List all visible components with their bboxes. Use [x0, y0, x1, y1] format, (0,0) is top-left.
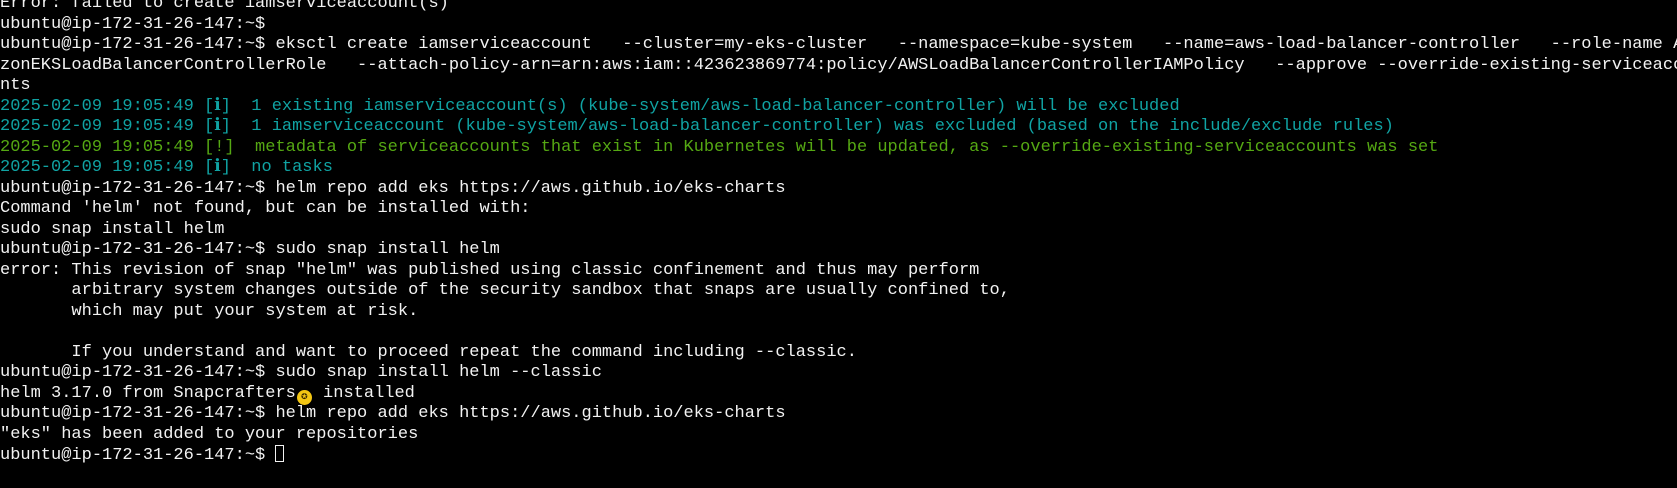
prompt: ubuntu@ip-172-31-26-147:~$ — [0, 446, 276, 465]
output-line: ubuntu@ip-172-31-26-147:~$ sudo snap ins… — [0, 240, 500, 259]
output-line: which may put your system at risk. — [0, 301, 419, 321]
output-line: ubuntu@ip-172-31-26-147:~$ eksctl create… — [0, 35, 1677, 54]
terminal-output: Error: failed to create iamserviceaccoun… — [0, 0, 1677, 466]
verified-publisher-icon: ✪ — [296, 389, 312, 405]
output-line: ubuntu@ip-172-31-26-147:~$ helm repo add… — [0, 404, 786, 423]
output-line: Error: failed to create iamserviceaccoun… — [0, 0, 449, 13]
install-text: helm 3.17.0 from Snapcrafters — [0, 383, 296, 403]
output-line: If you understand and want to proceed re… — [0, 342, 857, 362]
output-line: ubuntu@ip-172-31-26-147:~$ helm repo add… — [0, 178, 786, 198]
install-success-line: helm 3.17.0 from Snapcrafters ✪ installed — [0, 384, 1677, 405]
output-line: sudo snap install helm — [0, 219, 225, 239]
output-line: "eks" has been added to your repositorie… — [0, 424, 419, 444]
output-line: 2025-02-09 19:05:49 [ℹ] no tasks — [0, 158, 333, 177]
output-line: zonEKSLoadBalancerControllerRole --attac… — [0, 55, 1677, 75]
install-status: installed — [312, 383, 415, 403]
output-line: ubuntu@ip-172-31-26-147:~$ sudo snap ins… — [0, 363, 602, 382]
cursor — [275, 445, 285, 462]
output-line: ubuntu@ip-172-31-26-147:~$ — [0, 14, 266, 34]
output-line: nts — [0, 76, 31, 95]
output-line: 2025-02-09 19:05:49 [!] metadata of serv… — [0, 137, 1439, 157]
output-line: 2025-02-09 19:05:49 [ℹ] 1 existing iamse… — [0, 96, 1180, 116]
prompt-line[interactable]: ubuntu@ip-172-31-26-147:~$ — [0, 445, 1677, 466]
terminal-window[interactable]: Error: failed to create iamserviceaccoun… — [0, 0, 1677, 488]
output-line: 2025-02-09 19:05:49 [ℹ] 1 iamserviceacco… — [0, 117, 1394, 136]
output-line: arbitrary system changes outside of the … — [0, 281, 1010, 300]
output-line: Command 'helm' not found, but can be ins… — [0, 199, 531, 218]
output-line: error: This revision of snap "helm" was … — [0, 260, 980, 280]
